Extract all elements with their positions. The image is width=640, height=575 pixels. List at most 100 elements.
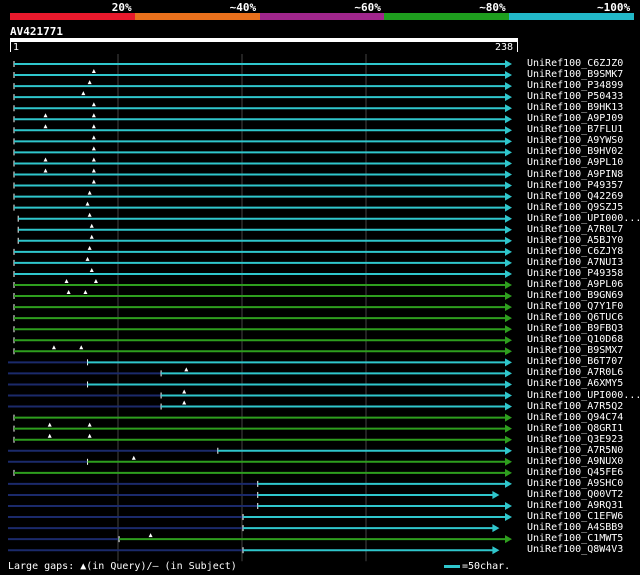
query-gap-marker (91, 69, 96, 74)
hit-end-arrow (505, 281, 512, 289)
hit-label[interactable]: UniRef100_A9SHC0 (527, 478, 623, 489)
query-gap-marker (43, 124, 48, 129)
hit-end-arrow (505, 137, 512, 146)
hit-label[interactable]: UniRef100_B9HV02 (527, 146, 623, 157)
hit-end-arrow (505, 93, 512, 102)
hit-label[interactable]: UniRef100_A5BJY0 (527, 235, 623, 246)
query-gap-marker (91, 179, 96, 184)
hit-label[interactable]: UniRef100_A7R5N0 (527, 445, 623, 456)
hit-label[interactable]: UniRef100_B9SMX7 (527, 345, 623, 356)
query-gap-marker (47, 422, 52, 427)
hit-end-arrow (505, 391, 512, 400)
hit-label[interactable]: UniRef100_P49357 (527, 180, 623, 191)
hit-label[interactable]: UniRef100_C1MWT5 (527, 533, 623, 544)
hit-end-arrow (505, 225, 512, 234)
hit-label[interactable]: UniRef100_P50433 (527, 91, 623, 102)
query-gap-marker (83, 290, 88, 295)
query-gap-marker (43, 157, 48, 162)
hit-label[interactable]: UniRef100_A9RQ31 (527, 500, 623, 511)
hit-end-arrow (505, 148, 512, 157)
hit-end-arrow (505, 82, 512, 91)
query-gap-marker (87, 245, 92, 250)
query-gap-marker (87, 190, 92, 195)
hit-label[interactable]: UniRef100_A9PL06 (527, 279, 623, 290)
hit-end-arrow (505, 468, 512, 477)
hit-end-arrow (505, 314, 512, 323)
hit-end-arrow (505, 126, 512, 135)
hit-label[interactable]: UniRef100_Q6TUC6 (527, 312, 623, 323)
hit-label[interactable]: UniRef100_B9FBQ3 (527, 323, 623, 334)
hit-end-arrow (505, 170, 512, 179)
hit-label[interactable]: UniRef100_B9GN69 (527, 290, 623, 301)
hit-end-arrow (492, 490, 500, 499)
hit-label[interactable]: UniRef100_A9PJ09 (527, 113, 623, 124)
hit-label[interactable]: UniRef100_C6ZJY8 (527, 246, 623, 257)
hit-label[interactable]: UniRef100_Q00VT2 (527, 489, 623, 500)
query-gap-marker (182, 389, 187, 394)
hit-label[interactable]: UniRef100_Q42269 (527, 191, 623, 202)
hit-label[interactable]: UniRef100_Q8GRI1 (527, 423, 623, 434)
hit-label[interactable]: UniRef100_A7NUI3 (527, 257, 623, 268)
hit-label[interactable]: UniRef100_C6ZJZ0 (527, 58, 623, 69)
query-gap-marker (87, 80, 92, 85)
hit-end-arrow (505, 192, 512, 201)
hit-label[interactable]: UniRef100_A9PIN8 (527, 169, 623, 180)
hit-label[interactable]: UniRef100_A4SBB9 (527, 522, 623, 533)
hit-label[interactable]: UniRef100_P34899 (527, 80, 623, 91)
hit-label[interactable]: UniRef100_B6T707 (527, 356, 623, 367)
hit-label[interactable]: UniRef100_P49358 (527, 268, 623, 279)
query-gap-marker (87, 422, 92, 427)
hit-end-arrow (505, 71, 512, 80)
hit-label[interactable]: UniRef100_A7R5Q2 (527, 401, 623, 412)
hit-label[interactable]: UniRef100_B7FLU1 (527, 124, 623, 135)
hit-end-arrow (505, 347, 512, 356)
hit-end-arrow (505, 413, 512, 422)
hit-end-arrow (505, 247, 512, 256)
hit-label[interactable]: UniRef100_Q3E923 (527, 434, 623, 445)
hit-label[interactable]: UniRef100_Q7Y1F0 (527, 301, 623, 312)
query-gap-marker (43, 113, 48, 118)
hit-label[interactable]: UniRef100_B9SMK7 (527, 69, 623, 80)
hit-label[interactable]: UniRef100_A6XMY5 (527, 378, 623, 389)
query-gap-marker (131, 455, 136, 460)
query-gap-marker (184, 367, 189, 372)
hit-label[interactable]: UniRef100_A9PL10 (527, 157, 623, 168)
hit-label[interactable]: UniRef100_Q94C74 (527, 412, 623, 423)
query-gap-marker (43, 168, 48, 173)
query-gap-marker (91, 146, 96, 151)
hit-end-arrow (505, 424, 512, 433)
query-gap-marker (51, 345, 56, 350)
hit-label[interactable]: UniRef100_Q8W4V3 (527, 544, 623, 555)
hit-label[interactable]: UniRef100_Q10D68 (527, 334, 623, 345)
query-gap-marker (85, 256, 90, 261)
query-gap-marker (89, 223, 94, 228)
query-gap-marker (89, 234, 94, 239)
hit-end-arrow (505, 336, 512, 345)
hit-label[interactable]: UniRef100_A9NUX0 (527, 456, 623, 467)
query-gap-marker (91, 124, 96, 129)
query-gap-marker (148, 533, 153, 538)
query-gap-marker (89, 267, 94, 272)
scale-swatch (444, 564, 460, 568)
hit-label[interactable]: UniRef100_UPI000... (527, 213, 640, 224)
hit-label[interactable]: UniRef100_B9HK13 (527, 102, 623, 113)
hit-label[interactable]: UniRef100_Q9SZJ5 (527, 202, 623, 213)
hit-end-arrow (505, 115, 512, 124)
query-gap-marker (85, 201, 90, 206)
hit-label[interactable]: UniRef100_A9YWS0 (527, 135, 623, 146)
query-gap-marker (87, 433, 92, 438)
hit-label[interactable]: UniRef100_C1EFW6 (527, 511, 623, 522)
query-gap-marker (91, 135, 96, 140)
hit-label[interactable]: UniRef100_A7R0L7 (527, 224, 623, 235)
hit-end-arrow (505, 60, 512, 68)
hit-label[interactable]: UniRef100_A7R0L6 (527, 367, 623, 378)
hit-label[interactable]: UniRef100_UPI000... (527, 390, 640, 401)
hit-label[interactable]: UniRef100_Q45FE6 (527, 467, 623, 478)
hit-end-arrow (505, 181, 512, 190)
query-gap-marker (64, 279, 69, 283)
hit-end-arrow (505, 325, 512, 334)
hit-end-arrow (505, 380, 512, 389)
hit-end-arrow (505, 479, 512, 488)
hit-end-arrow (505, 358, 512, 367)
query-gap-marker (91, 102, 96, 107)
